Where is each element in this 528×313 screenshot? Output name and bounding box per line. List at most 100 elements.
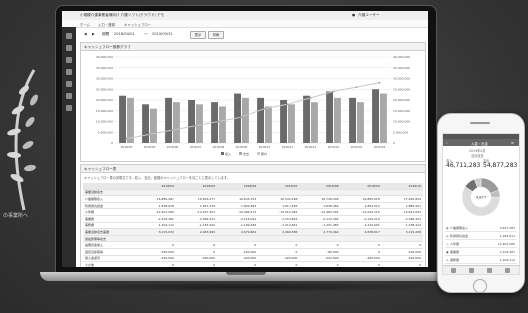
table-cell: -420,000 [134,255,176,263]
phone-list-item[interactable]: ● 介護保険収入 4,877,283 [445,224,517,232]
table-row-label: 借入金返済 [83,255,135,263]
bar-expense [173,102,180,143]
sidebar-home-icon[interactable] [66,33,72,39]
legend-label: 収入 [225,151,231,156]
table-cell [134,235,176,243]
table-cell: 16,885,287 [134,195,176,203]
update-button[interactable]: 表示 [190,31,206,39]
bar-income [188,100,195,143]
to-date-field[interactable]: 2019/03/31 [152,32,173,36]
table-cell: -12,469,472 [217,208,259,216]
from-date-field[interactable]: 2018/04/01 [114,32,135,36]
phone-list-item[interactable]: ● 利用者負担金 1,283,611 [445,232,517,240]
table-row-label: 設備資金借入 [83,241,135,249]
y-tick-label-left: 30,000,000 [96,77,113,81]
table-row-label: その他 [83,261,135,267]
sidebar-user-icon[interactable] [66,93,72,99]
cumulative-point [125,137,128,140]
bar-expense [242,97,249,143]
menu-item-home[interactable]: ホーム [80,22,90,27]
phone-list-item[interactable]: ● 事業費 2,103,481 [445,248,517,256]
table-row-label: 施設整備等収支 [83,235,135,243]
table-cell: -2,103,481 [134,215,176,223]
menu-item-input[interactable]: 入力・登録 [98,22,115,27]
table-row-label: 介護保険収入 [83,195,135,203]
table-cell: -2,112,394 [299,215,341,223]
cumulative-point [378,81,381,84]
table-cell: 0 [217,261,259,267]
phone-back-icon[interactable]: ‹ [446,141,447,145]
table-cell [340,235,382,243]
prev-icon[interactable]: ◀ [84,32,87,36]
table-cell: -12,611,093 [381,208,423,216]
legend-swatch [257,152,260,155]
x-tick-label: 2019/02 [351,145,363,149]
table-cell: -80,000 [299,248,341,256]
phone-menu-icon[interactable]: ≡ [511,141,514,145]
phone-tab-settings-icon[interactable] [505,268,510,273]
phone-tab-bar [443,265,519,274]
sidebar-calendar-icon[interactable] [66,45,72,51]
y-tick-label-right: 0 [393,141,395,145]
table-cell: 1,817,483 [258,202,300,210]
table-cell: 16,895,018 [340,195,382,203]
user-icon[interactable]: ● [352,13,355,17]
table-cell [258,235,300,243]
bar-expense [311,102,318,143]
table-panel: キャッシュフロー表 キャッシュフロー表の説明文です。収入、支出、差額のキャッシュ… [80,164,426,267]
table-row: 介護保険収入 16,885,287 16,816,277 16,635,323 16,5… [83,195,423,203]
bar-expense [380,93,387,143]
phone-list-item[interactable]: ● 人件費 12,401,580 [445,240,517,248]
phone-summary-label: 当月収支 [471,154,484,158]
y-tick-label-left: 15,000,000 [96,109,113,113]
table-cell: 0 [217,241,259,249]
category-dot-icon: ● [446,250,449,254]
category-dot-icon: ● [446,242,449,246]
y-tick-label-right: 35,000,000 [393,66,410,70]
y-tick-label-right: 25,000,000 [393,87,410,91]
bar-income [349,97,356,143]
table-cell: -12,482,391 [299,208,341,216]
sidebar-document-icon[interactable] [66,69,72,75]
cash-flow-chart: 40,000,000 40,000,000 35,000,000 35,000,000… [96,55,410,156]
bar-income [326,91,333,143]
cumulative-point [148,133,151,136]
table-cell: 2,838,617 [340,228,382,236]
table-cell: -420,000 [217,255,259,263]
menu-bar: ホーム 入力・登録 キャッシュフロー [62,20,428,28]
table-cell: 0 [340,261,382,267]
phone-tab-chart-icon[interactable] [487,268,492,273]
x-tick-label: 2018/09 [236,145,248,149]
cash-flow-table: 2018/04 2018/05 2018/06 2018/07 2018/08 2018/… [83,183,423,267]
legend-swatch [239,152,242,155]
user-name[interactable]: 介護ユーザー [358,13,380,18]
menu-item-cashflow[interactable]: キャッシュフロー [124,22,151,27]
table-cell: 0 [175,261,218,267]
sidebar-search-icon[interactable] [66,57,72,63]
phone-tab-home-icon[interactable] [451,268,456,273]
table-cell: -1,199,482 [217,222,259,230]
table-row-label: 事業費 [83,215,135,223]
table-cell: 0 [299,241,341,249]
phone-list-item[interactable]: ● 事務費 1,204,112 [445,256,517,264]
cumulative-point [194,124,197,127]
next-icon[interactable]: ▶ [92,32,95,36]
table-cell: 17,265,843 [381,195,423,203]
phone-expense-value: 54,877,283 [483,162,518,169]
table-cell [381,189,423,197]
category-dot-icon: ● [446,258,449,262]
table-cell: 0 [134,261,176,267]
table-cell [258,189,300,197]
phone-home-button[interactable] [473,279,487,293]
category-label: 利用者負担金 [450,234,469,238]
category-dot-icon: ● [446,234,449,238]
legend-swatch [221,152,224,155]
sidebar-settings-icon[interactable] [66,105,72,111]
table-cell: 0 [134,241,176,249]
sidebar-chart-icon[interactable] [66,81,72,87]
print-button[interactable]: 印刷 [208,31,224,39]
table-cell: -12,542,112 [340,208,382,216]
table-cell: 1,838,384 [299,202,341,210]
x-tick-label: 2018/08 [213,145,225,149]
phone-tab-list-icon[interactable] [469,268,474,273]
